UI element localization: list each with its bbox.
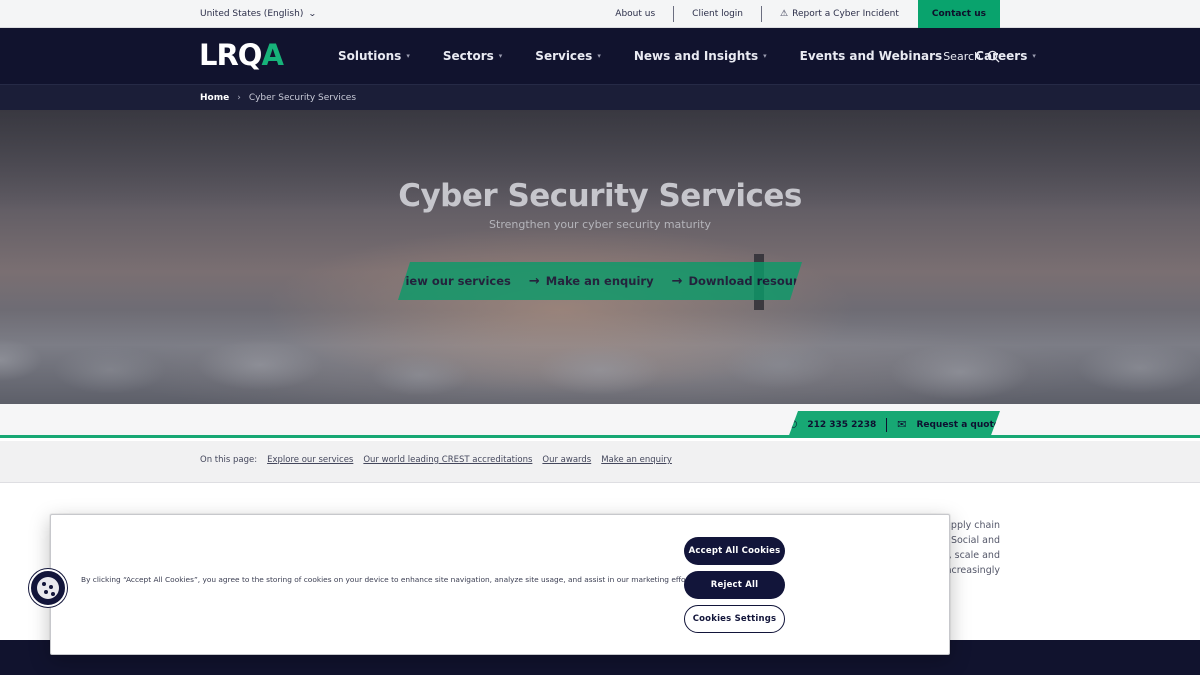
cookie-settings-button[interactable]: Cookies Settings — [684, 605, 785, 633]
breadcrumb-current: Cyber Security Services — [248, 93, 357, 103]
cookie-preferences-button[interactable] — [29, 569, 67, 607]
contact-us-button[interactable]: Contact us — [917, 0, 1000, 28]
cta-label: Make an enquiry — [545, 274, 654, 288]
accept-cookies-button[interactable]: Accept All Cookies — [684, 537, 785, 565]
language-selector[interactable]: United States (English) ⌄ — [200, 0, 318, 28]
contact-tab: ✆ 212 335 2238 ✉ Request a quote — [788, 411, 1000, 438]
arrow-right-icon: → — [671, 273, 683, 289]
hero-cta-bar: → View our services → Make an enquiry → Dow… — [398, 262, 802, 300]
anchor-awards[interactable]: Our awards — [542, 455, 591, 465]
nav-item-label: Sectors — [442, 49, 494, 63]
on-this-page-bar: On this page: Explore our services Our w… — [0, 441, 1200, 483]
nav-item-events[interactable]: Events and Webinars — [800, 49, 943, 63]
anchor-crest[interactable]: Our world leading CREST accreditations — [363, 455, 532, 465]
cookie-chip — [42, 582, 46, 586]
utility-bar: United States (English) ⌄ About us Clien… — [0, 0, 1200, 28]
phone-icon: ✆ — [788, 418, 798, 431]
warning-icon: ⚠ — [780, 9, 789, 19]
chevron-down-icon: ▾ — [406, 52, 410, 60]
nav-item-label: News and Insights — [633, 49, 759, 63]
logo-text: LRQ — [199, 38, 262, 72]
breadcrumb: Home › Cyber Security Services — [0, 84, 1200, 110]
search-button[interactable]: Search — [943, 28, 1000, 84]
arrow-right-icon: → — [528, 273, 540, 289]
nav-item-news[interactable]: News and Insights ▾ — [634, 49, 767, 63]
hero-banner: Cyber Security Services Strengthen your … — [0, 110, 1200, 404]
anchor-enquiry[interactable]: Make an enquiry — [601, 455, 672, 465]
reject-cookies-button[interactable]: Reject All — [684, 571, 785, 599]
page-title: Cyber Security Services — [398, 178, 802, 214]
cta-label: Download resources — [688, 274, 821, 288]
search-label: Search — [943, 49, 981, 63]
phone-number[interactable]: 212 335 2238 — [807, 420, 876, 430]
search-icon — [987, 50, 1000, 63]
anchor-explore-services[interactable]: Explore our services — [267, 455, 353, 465]
nav-item-sectors[interactable]: Sectors ▾ — [443, 49, 502, 63]
logo[interactable]: LRQ A — [199, 38, 284, 72]
chevron-down-icon: ▾ — [763, 52, 767, 60]
download-resources-button[interactable]: → Download resources — [672, 274, 821, 289]
client-login-link[interactable]: Client login — [674, 6, 761, 22]
cta-label: View our services — [396, 274, 511, 288]
mail-icon: ✉ — [897, 418, 907, 431]
page-subtitle: Strengthen your cyber security maturity — [489, 218, 711, 231]
nav-item-label: Solutions — [338, 49, 402, 63]
request-quote-link[interactable]: Request a quote — [916, 420, 999, 430]
cookie-icon — [37, 577, 59, 599]
nav-item-services[interactable]: Services ▾ — [535, 49, 601, 63]
on-this-page-label: On this page: — [200, 455, 258, 465]
chevron-down-icon: ▾ — [498, 52, 503, 60]
nav-item-label: Events and Webinars — [799, 49, 943, 63]
about-us-link[interactable]: About us — [597, 6, 673, 22]
breadcrumb-home[interactable]: Home — [200, 93, 229, 103]
logo-accent: A — [261, 38, 283, 72]
report-incident-label: Report a Cyber Incident — [792, 9, 899, 19]
cookie-text: By clicking “Accept All Cookies”, you ag… — [81, 575, 698, 584]
language-label: United States (English) — [200, 9, 304, 19]
view-services-button[interactable]: → View our services — [380, 274, 511, 289]
utility-links: About us Client login ⚠ Report a Cyber In… — [597, 0, 1000, 28]
arrow-right-icon: → — [379, 273, 391, 289]
chevron-down-icon: ⌄ — [308, 9, 318, 18]
nav-item-label: Services — [535, 49, 593, 63]
hero-clouds — [0, 310, 1200, 404]
report-incident-link[interactable]: ⚠ Report a Cyber Incident — [762, 6, 917, 22]
cookie-banner: By clicking “Accept All Cookies”, you ag… — [50, 514, 950, 655]
contact-strip: ✆ 212 335 2238 ✉ Request a quote — [0, 404, 1200, 438]
cookie-chip — [44, 590, 48, 594]
cookie-buttons: Accept All Cookies Reject All Cookies Se… — [684, 537, 785, 633]
divider — [886, 418, 887, 432]
chevron-down-icon: ▾ — [1032, 52, 1036, 60]
chevron-right-icon: › — [237, 93, 241, 103]
chevron-down-icon: ▾ — [597, 52, 601, 60]
nav-item-solutions[interactable]: Solutions ▾ — [338, 49, 410, 63]
cookie-chip — [49, 585, 53, 589]
cookie-chip — [51, 592, 55, 596]
make-enquiry-button[interactable]: → Make an enquiry — [529, 274, 654, 289]
